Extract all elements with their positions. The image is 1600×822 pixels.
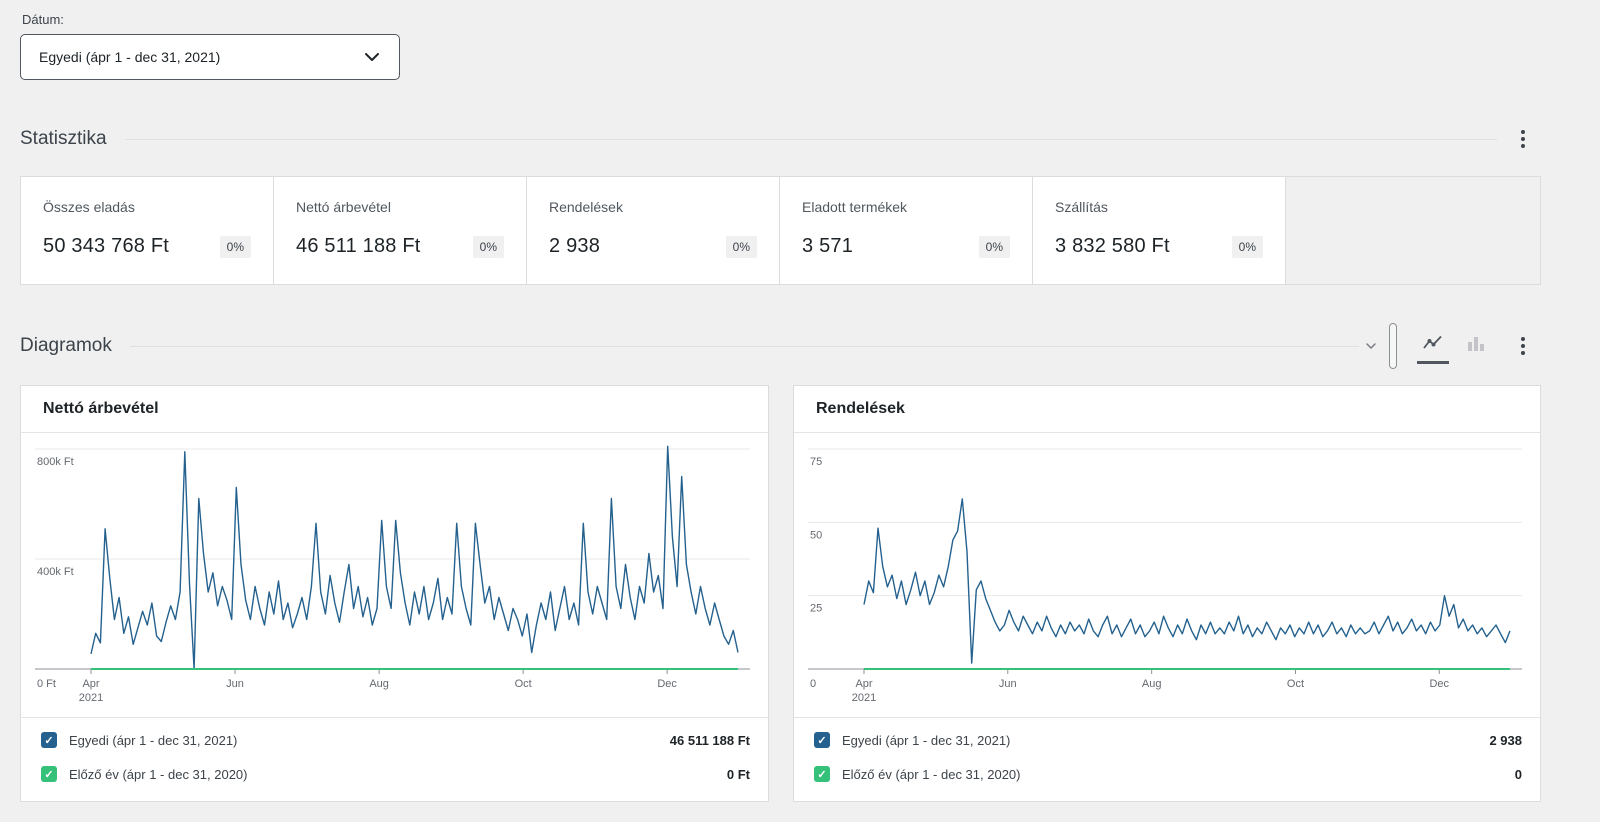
y-axis-tick-label: 400k Ft xyxy=(37,566,74,578)
y-axis-tick-label: 0 Ft xyxy=(37,678,56,690)
stats-card-row: Összes eladás 50 343 768 Ft 0% Nettó árb… xyxy=(20,176,1541,285)
legend-total: 2 938 xyxy=(1489,733,1522,748)
x-axis-tick-label: Aug xyxy=(1142,678,1162,690)
date-range-value: Egyedi (ápr 1 - dec 31, 2021) xyxy=(39,49,220,65)
x-axis-tick-label: Jun xyxy=(999,678,1017,690)
chart-title: Rendelések xyxy=(794,386,1540,433)
x-axis-tick-sublabel: 2021 xyxy=(852,692,876,704)
section-collapse-chevron-icon[interactable] xyxy=(1365,340,1377,352)
line-chart-toggle-icon[interactable] xyxy=(1417,328,1449,364)
stat-card-total-sales[interactable]: Összes eladás 50 343 768 Ft 0% xyxy=(21,177,274,284)
page-content: Dátum: Egyedi (ápr 1 - dec 31, 2021) Sta… xyxy=(20,12,1541,802)
orders-chart[interactable]: 75 50 25 0 Apr 2021 Jun Aug Oct Dec xyxy=(794,433,1540,717)
legend-label: Egyedi (ápr 1 - dec 31, 2021) xyxy=(842,733,1010,748)
x-axis-tick-sublabel: 2021 xyxy=(79,692,103,704)
legend-label: Egyedi (ápr 1 - dec 31, 2021) xyxy=(69,733,237,748)
stats-section-title: Statisztika xyxy=(20,128,107,150)
stat-card-orders[interactable]: Rendelések 2 938 0% xyxy=(527,177,780,284)
checkbox-checked-icon[interactable]: ✓ xyxy=(41,766,57,782)
stat-change-badge: 0% xyxy=(1232,236,1263,258)
stat-value: 3 832 580 Ft xyxy=(1055,235,1170,258)
x-axis-tick-label: Apr xyxy=(855,678,872,690)
stat-value: 2 938 xyxy=(549,235,600,258)
legend-item-previous[interactable]: ✓ Előző év (ápr 1 - dec 31, 2020) 0 xyxy=(794,757,1540,791)
stats-section-header: Statisztika xyxy=(20,124,1541,154)
stats-row-filler xyxy=(1286,177,1540,284)
bar-chart-toggle-icon[interactable] xyxy=(1461,328,1491,364)
y-axis-tick-label: 0 xyxy=(810,678,816,690)
stat-change-badge: 0% xyxy=(726,236,757,258)
current-period-series-line xyxy=(864,499,1510,663)
legend-total: 46 511 188 Ft xyxy=(670,733,750,748)
x-axis-tick-label: Aug xyxy=(369,678,389,690)
chart-legend: ✓ Egyedi (ápr 1 - dec 31, 2021) 2 938 ✓ … xyxy=(794,717,1540,801)
legend-total: 0 xyxy=(1515,767,1522,782)
y-axis-tick-label: 50 xyxy=(810,529,822,541)
charts-section-header: Diagramok xyxy=(20,331,1541,361)
stat-label: Rendelések xyxy=(549,199,757,215)
x-axis-tick-label: Jun xyxy=(226,678,244,690)
chart-canvas: 75 50 25 0 Apr 2021 Jun Aug Oct Dec xyxy=(794,433,1540,717)
checkbox-checked-icon[interactable]: ✓ xyxy=(814,732,830,748)
stats-menu-kebab-icon[interactable] xyxy=(1505,121,1541,157)
stat-change-badge: 0% xyxy=(473,236,504,258)
x-axis-tick-label: Oct xyxy=(1287,678,1304,690)
legend-item-current[interactable]: ✓ Egyedi (ápr 1 - dec 31, 2021) 46 511 1… xyxy=(21,723,768,757)
chart-title: Nettó árbevétel xyxy=(21,386,768,433)
stat-value: 46 511 188 Ft xyxy=(296,235,421,258)
charts-section-title: Diagramok xyxy=(20,335,112,357)
net-revenue-chart[interactable]: 800k Ft 400k Ft 0 Ft Apr 2021 Jun Aug Oct Dec xyxy=(21,433,768,717)
checkbox-checked-icon[interactable]: ✓ xyxy=(814,766,830,782)
charts-menu-kebab-icon[interactable] xyxy=(1505,328,1541,364)
legend-label: Előző év (ápr 1 - dec 31, 2020) xyxy=(69,767,248,782)
stat-change-badge: 0% xyxy=(979,236,1010,258)
x-axis-tick-label: Oct xyxy=(515,678,532,690)
stat-label: Eladott termékek xyxy=(802,199,1010,215)
orders-chart-panel: Rendelések 75 50 25 0 Apr 2021 Jun Aug Oct Dec ✓ … xyxy=(793,385,1541,802)
stat-label: Összes eladás xyxy=(43,199,251,215)
section-divider-line xyxy=(130,346,1359,347)
checkbox-checked-icon[interactable]: ✓ xyxy=(41,732,57,748)
current-period-series-line xyxy=(91,446,738,669)
section-divider-line xyxy=(125,139,1497,140)
y-axis-tick-label: 800k Ft xyxy=(37,456,74,468)
stat-change-badge: 0% xyxy=(220,236,251,258)
charts-row: Nettó árbevétel 800k Ft 400k Ft 0 Ft Apr 202… xyxy=(20,385,1541,802)
legend-label: Előző év (ápr 1 - dec 31, 2020) xyxy=(842,767,1021,782)
x-axis-tick-label: Dec xyxy=(657,678,677,690)
legend-total: 0 Ft xyxy=(727,767,750,782)
chart-canvas: 800k Ft 400k Ft 0 Ft Apr 2021 Jun Aug Oct Dec xyxy=(21,433,768,717)
legend-item-current[interactable]: ✓ Egyedi (ápr 1 - dec 31, 2021) 2 938 xyxy=(794,723,1540,757)
stat-value: 50 343 768 Ft xyxy=(43,235,169,258)
x-axis-tick-label: Apr xyxy=(82,678,99,690)
stat-label: Nettó árbevétel xyxy=(296,199,504,215)
net-revenue-chart-panel: Nettó árbevétel 800k Ft 400k Ft 0 Ft Apr 202… xyxy=(20,385,769,802)
vertical-divider xyxy=(1389,323,1397,369)
stat-card-products-sold[interactable]: Eladott termékek 3 571 0% xyxy=(780,177,1033,284)
stat-value: 3 571 xyxy=(802,235,853,258)
stat-label: Szállítás xyxy=(1055,199,1263,215)
y-axis-tick-label: 25 xyxy=(810,603,822,615)
stat-card-net-revenue[interactable]: Nettó árbevétel 46 511 188 Ft 0% xyxy=(274,177,527,284)
x-axis-tick-label: Dec xyxy=(1429,678,1449,690)
legend-item-previous[interactable]: ✓ Előző év (ápr 1 - dec 31, 2020) 0 Ft xyxy=(21,757,768,791)
date-range-dropdown[interactable]: Egyedi (ápr 1 - dec 31, 2021) xyxy=(20,34,400,80)
stat-card-shipping[interactable]: Szállítás 3 832 580 Ft 0% xyxy=(1033,177,1286,284)
chart-legend: ✓ Egyedi (ápr 1 - dec 31, 2021) 46 511 1… xyxy=(21,717,768,801)
y-axis-tick-label: 75 xyxy=(810,456,822,468)
chevron-down-icon xyxy=(363,48,381,66)
date-filter-label: Dátum: xyxy=(22,12,1541,27)
